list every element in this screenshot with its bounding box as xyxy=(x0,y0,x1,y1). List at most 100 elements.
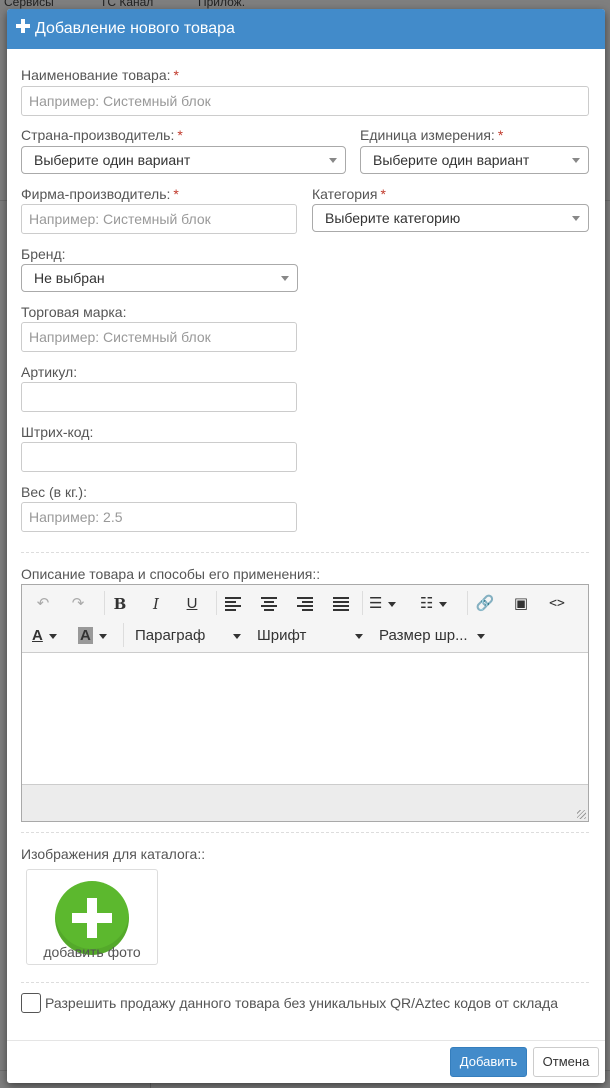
product-name-input[interactable] xyxy=(29,87,581,115)
align-center-button[interactable] xyxy=(258,591,280,617)
required-mark: * xyxy=(173,186,179,202)
underline-button[interactable]: U xyxy=(181,591,203,617)
unit-label: Единица измерения: * xyxy=(360,127,504,143)
redo-button[interactable]: ↷ xyxy=(67,591,89,617)
plus-icon xyxy=(16,19,30,33)
caret-down-icon xyxy=(233,634,241,639)
add-photo-label: добавить фото xyxy=(43,944,141,960)
text-color-button[interactable]: A xyxy=(32,623,70,649)
bullet-list-icon: ☰ xyxy=(369,595,383,612)
category-select[interactable]: Выберите категорию xyxy=(312,204,589,232)
modal-header: Добавление нового товара xyxy=(7,9,605,49)
dropdown-arrow-icon xyxy=(329,158,337,163)
resize-handle-icon[interactable] xyxy=(577,810,586,819)
font-family-dropdown[interactable]: Шрифт xyxy=(257,623,363,649)
toolbar-separator xyxy=(362,591,363,615)
underline-icon: U xyxy=(186,595,198,612)
section-divider xyxy=(21,982,589,983)
required-mark: * xyxy=(177,127,183,143)
toolbar-separator xyxy=(104,591,105,615)
editor-statusbar xyxy=(22,784,588,821)
dropdown-arrow-icon xyxy=(572,158,580,163)
align-justify-button[interactable] xyxy=(330,591,352,617)
description-text-area[interactable] xyxy=(22,653,588,784)
caret-down-icon xyxy=(48,633,57,639)
background-menu-apps: Прилож. xyxy=(198,0,246,9)
image-button[interactable]: ▣ xyxy=(510,591,532,617)
caret-down-icon xyxy=(98,633,107,639)
background-menu-services: Сервисы xyxy=(4,0,54,9)
barcode-field[interactable] xyxy=(21,442,297,472)
article-input[interactable] xyxy=(29,383,289,411)
numbered-list-icon: ☷ xyxy=(420,595,434,612)
product-name-field[interactable] xyxy=(21,86,589,116)
article-label: Артикул: xyxy=(21,364,78,380)
toolbar-separator xyxy=(216,591,217,615)
caret-down-icon xyxy=(388,601,397,607)
description-label: Описание товара и способы его применения… xyxy=(21,566,321,582)
background-color-icon: A xyxy=(78,627,93,644)
cancel-button[interactable]: Отмена xyxy=(533,1047,599,1077)
bullet-list-button[interactable]: ☰ xyxy=(369,591,407,617)
text-color-icon: A xyxy=(32,627,43,644)
font-size-dropdown[interactable]: Размер шр... xyxy=(379,623,485,649)
background-color-button[interactable]: A xyxy=(78,623,116,649)
dropdown-arrow-icon xyxy=(281,276,289,281)
modal-footer: Добавить Отмена xyxy=(7,1040,605,1083)
country-label: Страна-производитель: * xyxy=(21,127,183,143)
allow-sale-label[interactable]: Разрешить продажу данного товара без уни… xyxy=(45,995,558,1011)
source-code-button[interactable]: <> xyxy=(546,591,568,617)
manufacturer-label: Фирма-производитель: * xyxy=(21,186,179,202)
caret-down-icon xyxy=(355,634,363,639)
link-icon: 🔗 xyxy=(475,595,495,612)
link-button[interactable]: 🔗 xyxy=(474,591,496,617)
add-button[interactable]: Добавить xyxy=(450,1047,527,1077)
bold-button[interactable]: B xyxy=(109,591,131,617)
numbered-list-button[interactable]: ☷ xyxy=(420,591,458,617)
add-product-modal: Добавление нового товара Наименование то… xyxy=(7,9,605,1083)
section-divider xyxy=(21,552,589,553)
italic-button[interactable]: I xyxy=(145,591,167,617)
background-menu-channel: ТС Канал xyxy=(100,0,154,9)
undo-icon: ↶ xyxy=(36,595,50,612)
required-mark: * xyxy=(380,186,386,202)
toolbar-separator xyxy=(123,623,124,647)
barcode-label: Штрих-код: xyxy=(21,424,94,440)
manufacturer-input[interactable] xyxy=(29,205,289,233)
align-right-icon xyxy=(297,597,313,611)
required-mark: * xyxy=(173,67,179,83)
description-editor: ↶ ↷ B I U ☰ ☷ 🔗 ▣ <> A A Параграф Шрифт … xyxy=(21,584,589,822)
align-right-button[interactable] xyxy=(294,591,316,617)
trademark-input[interactable] xyxy=(29,323,289,351)
bold-icon: B xyxy=(113,595,127,613)
allow-sale-checkbox[interactable] xyxy=(21,993,41,1013)
barcode-input[interactable] xyxy=(29,443,289,471)
image-icon: ▣ xyxy=(513,595,529,612)
italic-icon: I xyxy=(153,595,159,613)
section-divider xyxy=(21,832,589,833)
add-photo-tile[interactable]: добавить фото xyxy=(26,869,158,965)
align-left-button[interactable] xyxy=(222,591,244,617)
editor-toolbar: ↶ ↷ B I U ☰ ☷ 🔗 ▣ <> A A Параграф Шрифт … xyxy=(22,585,588,653)
align-left-icon xyxy=(225,597,241,611)
code-icon: <> xyxy=(549,596,565,611)
align-center-icon xyxy=(261,597,277,611)
brand-select[interactable]: Не выбран xyxy=(21,264,298,292)
manufacturer-field[interactable] xyxy=(21,204,297,234)
undo-button[interactable]: ↶ xyxy=(32,591,54,617)
paragraph-format-dropdown[interactable]: Параграф xyxy=(135,623,241,649)
modal-title: Добавление нового товара xyxy=(35,20,235,37)
article-field[interactable] xyxy=(21,382,297,412)
catalog-images-label: Изображения для каталога:: xyxy=(21,846,206,862)
brand-label: Бренд: xyxy=(21,246,66,262)
weight-field[interactable] xyxy=(21,502,297,532)
weight-input[interactable] xyxy=(29,503,289,531)
trademark-label: Торговая марка: xyxy=(21,304,127,320)
unit-select[interactable]: Выберите один вариант xyxy=(360,146,589,174)
toolbar-separator xyxy=(467,591,468,615)
trademark-field[interactable] xyxy=(21,322,297,352)
category-label: Категория * xyxy=(312,186,386,202)
align-justify-icon xyxy=(333,597,349,611)
country-select[interactable]: Выберите один вариант xyxy=(21,146,346,174)
caret-down-icon xyxy=(477,634,485,639)
